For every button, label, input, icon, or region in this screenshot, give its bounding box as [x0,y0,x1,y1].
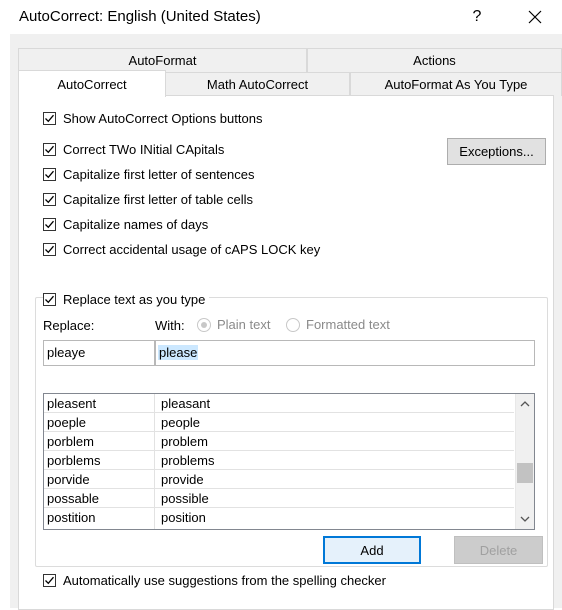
tab-actions[interactable]: Actions [307,48,562,72]
column-divider [154,394,155,529]
tab-autocorrect[interactable]: AutoCorrect [18,70,166,97]
scroll-up-icon[interactable] [519,398,531,410]
checkbox-box [43,243,56,256]
replace-label: Replace: [43,318,95,333]
add-button[interactable]: Add [323,536,421,564]
with-input[interactable]: please [155,340,535,366]
list-replace-cell: porblems [47,453,101,468]
list-scrollbar[interactable] [515,394,534,529]
list-with-cell: possible [161,491,209,506]
checkmark-icon [45,220,54,229]
autocorrect-panel: Show AutoCorrect Options buttons Correct… [18,95,554,610]
checkmark-icon [45,295,54,304]
scroll-down-icon[interactable] [519,513,531,525]
spelling-suggestions-label: Automatically use suggestions from the s… [63,573,386,588]
show-options-label: Show AutoCorrect Options buttons [63,111,263,126]
table-row[interactable]: poeple people [44,413,514,432]
radio-dot [201,321,207,328]
caps-lock-checkbox[interactable]: Correct accidental usage of cAPS LOCK ke… [43,242,320,257]
exceptions-button[interactable]: Exceptions... [447,138,546,165]
formatted-text-radio[interactable]: Formatted text [286,317,390,332]
plain-text-radio[interactable]: Plain text [197,317,270,332]
close-button[interactable] [520,3,550,31]
list-with-cell: problem [161,434,208,449]
tab-autoformat[interactable]: AutoFormat [18,48,307,72]
list-with-cell: position [161,510,206,525]
dialog-client-area: AutoFormat Actions Math AutoCorrect Auto… [10,34,562,610]
table-row[interactable]: possable possible [44,489,514,508]
tab-math-autocorrect[interactable]: Math AutoCorrect [165,72,350,96]
show-options-checkbox[interactable]: Show AutoCorrect Options buttons [43,111,262,126]
checkbox-box [43,168,56,181]
list-replace-cell: poeple [47,415,87,430]
table-row[interactable]: porblems problems [44,451,514,470]
close-icon [528,10,542,24]
list-replace-cell: postition [47,510,96,525]
radio-circle [286,317,300,332]
title-bar: AutoCorrect: English (United States) ? [0,0,562,34]
replace-input[interactable]: pleaye [43,340,155,366]
table-row[interactable]: porblem problem [44,432,514,451]
capitalize-table-cells-label: Capitalize first letter of table cells [63,192,254,207]
formatted-text-label: Formatted text [306,317,390,332]
window-title: AutoCorrect: English (United States) [19,8,261,25]
capitalize-sentences-checkbox[interactable]: Capitalize first letter of sentences [43,167,254,182]
checkbox-box [43,143,56,156]
capitalize-days-checkbox[interactable]: Capitalize names of days [43,217,208,232]
checkbox-box [43,574,56,587]
capitalize-sentences-label: Capitalize first letter of sentences [63,167,255,182]
table-row[interactable]: porvide provide [44,470,514,489]
capitalize-days-label: Capitalize names of days [63,217,209,232]
checkbox-box [43,218,56,231]
with-label: With: [155,318,185,333]
delete-button[interactable]: Delete [454,536,543,564]
caps-lock-label: Correct accidental usage of cAPS LOCK ke… [63,242,321,257]
list-replace-cell: porblem [47,434,94,449]
list-with-cell: problems [161,453,215,468]
replace-as-you-type-checkbox[interactable]: Replace text as you type [43,292,210,307]
checkmark-icon [45,245,54,254]
checkbox-box [43,193,56,206]
checkbox-box [43,112,56,125]
checkmark-icon [45,145,54,154]
list-replace-cell: possable [47,491,100,506]
table-row[interactable]: pleasent pleasant [44,394,514,413]
checkmark-icon [45,170,54,179]
checkmark-icon [45,195,54,204]
replacement-list[interactable]: pleasent pleasant poeple people porblem pro… [43,393,535,530]
tab-autoformat-as-you-type[interactable]: AutoFormat As You Type [350,72,562,96]
replace-as-you-type-label: Replace text as you type [63,292,206,307]
list-with-cell: people [161,415,201,430]
list-replace-cell: porvide [47,472,90,487]
radio-circle [197,317,211,332]
list-with-cell: pleasant [161,396,211,411]
list-with-cell: provide [161,472,204,487]
checkbox-box [43,293,56,306]
two-initial-caps-checkbox[interactable]: Correct TWo INitial CApitals [43,142,224,157]
two-initial-caps-label: Correct TWo INitial CApitals [63,142,225,157]
list-replace-cell: pleasent [47,396,97,411]
table-row[interactable]: postition position [44,508,514,527]
scrollbar-thumb[interactable] [517,463,533,483]
with-input-selection: please [158,345,199,360]
plain-text-label: Plain text [217,317,271,332]
help-button[interactable]: ? [462,3,492,31]
spelling-suggestions-checkbox[interactable]: Automatically use suggestions from the s… [43,573,386,588]
capitalize-table-cells-checkbox[interactable]: Capitalize first letter of table cells [43,192,253,207]
checkmark-icon [45,576,54,585]
checkmark-icon [45,114,54,123]
